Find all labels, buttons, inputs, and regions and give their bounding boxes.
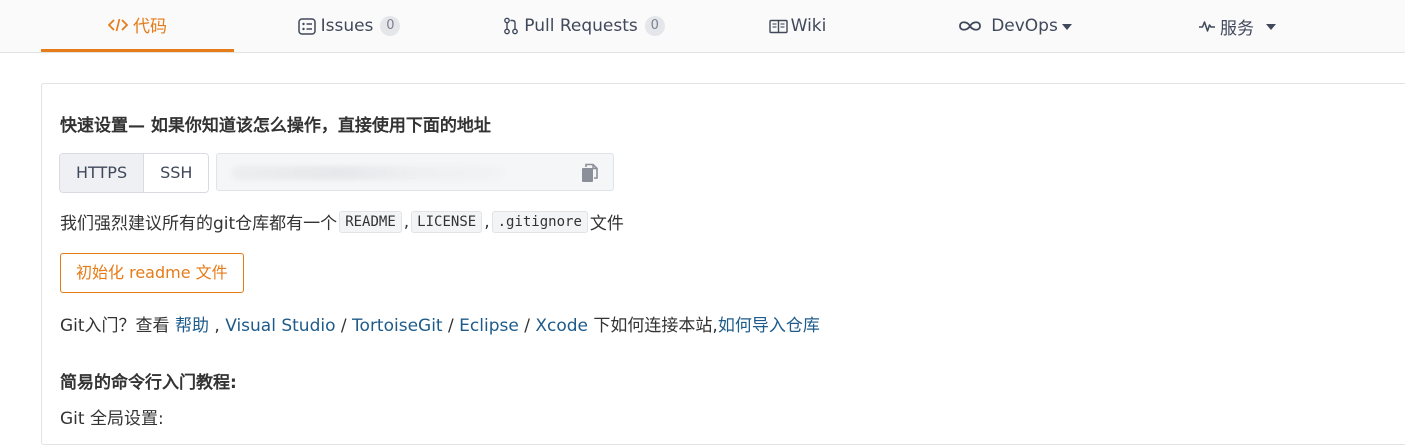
repo-tab-bar: 代码 Issues 0 Pull Requests 0 Wiki DevOps … bbox=[0, 0, 1405, 53]
issues-icon bbox=[297, 17, 316, 35]
gitignore-code: .gitignore bbox=[491, 210, 588, 233]
git-help-line: Git入门？查看 帮助 , Visual Studio / TortoiseGi… bbox=[60, 311, 820, 336]
help-link[interactable]: 帮助 bbox=[175, 316, 209, 336]
pulse-icon bbox=[1198, 19, 1216, 33]
ssh-button[interactable]: SSH bbox=[144, 154, 209, 192]
eclipse-link[interactable]: Eclipse bbox=[459, 316, 519, 336]
tab-wiki[interactable]: Wiki bbox=[768, 0, 827, 52]
link-separator: / bbox=[448, 316, 454, 336]
book-icon bbox=[768, 19, 788, 34]
tab-pull-requests[interactable]: Pull Requests 0 bbox=[504, 0, 665, 52]
import-repo-link[interactable]: 如何导入仓库 bbox=[718, 316, 820, 336]
git-global-settings-label: Git 全局设置: bbox=[60, 409, 164, 429]
clone-url-value bbox=[231, 166, 503, 180]
xcode-link[interactable]: Xcode bbox=[535, 316, 588, 336]
infinity-icon bbox=[958, 20, 982, 32]
copy-icon[interactable] bbox=[581, 163, 599, 183]
tab-services-label: 服务 bbox=[1220, 18, 1254, 39]
cli-tutorial-heading: 简易的命令行入门教程: bbox=[60, 373, 237, 393]
visual-studio-link[interactable]: Visual Studio bbox=[225, 316, 335, 336]
pull-request-icon bbox=[503, 17, 519, 35]
init-readme-button[interactable]: 初始化 readme 文件 bbox=[60, 253, 244, 293]
license-code: LICENSE bbox=[411, 210, 483, 233]
chevron-down-icon bbox=[1266, 24, 1276, 30]
recommend-separator: , bbox=[403, 211, 410, 232]
protocol-switch: HTTPS SSH bbox=[59, 153, 210, 193]
tab-wiki-label: Wiki bbox=[790, 16, 827, 36]
help-prefix: Git入门？查看 bbox=[60, 316, 170, 336]
quick-setup-heading: 快速设置— 如果你知道该怎么操作，直接使用下面的地址 bbox=[60, 116, 491, 136]
tab-code[interactable]: 代码 bbox=[41, 0, 234, 52]
link-separator: / bbox=[524, 316, 530, 336]
help-comma: , bbox=[214, 316, 220, 336]
https-button[interactable]: HTTPS bbox=[60, 154, 145, 192]
tab-devops[interactable]: DevOps bbox=[958, 0, 1072, 52]
tab-devops-label: DevOps bbox=[991, 16, 1058, 36]
chevron-down-icon bbox=[1061, 24, 1072, 30]
readme-code: README bbox=[339, 210, 402, 233]
tab-services[interactable]: 服务 bbox=[1197, 0, 1277, 52]
tab-issues-label: Issues bbox=[320, 16, 374, 36]
tab-pull-requests-label: Pull Requests bbox=[524, 16, 638, 36]
help-middle-text: 下如何连接本站, bbox=[593, 316, 718, 336]
recommend-prefix: 我们强烈建议所有的git仓库都有一个 bbox=[60, 214, 338, 234]
tab-code-label: 代码 bbox=[133, 17, 167, 37]
tortoisegit-link[interactable]: TortoiseGit bbox=[352, 316, 443, 336]
quick-setup-panel: 快速设置— 如果你知道该怎么操作，直接使用下面的地址 HTTPS SSH 我们强… bbox=[41, 83, 1405, 445]
recommend-suffix: 文件 bbox=[589, 214, 624, 234]
link-separator: / bbox=[340, 316, 347, 336]
code-icon bbox=[108, 17, 128, 33]
pull-requests-count-badge: 0 bbox=[644, 16, 665, 36]
recommend-files-text: 我们强烈建议所有的git仓库都有一个 README , LICENSE , .g… bbox=[60, 209, 624, 234]
clone-url-field[interactable] bbox=[216, 153, 614, 191]
recommend-separator: , bbox=[484, 211, 490, 232]
tab-issues[interactable]: Issues 0 bbox=[297, 0, 401, 52]
issues-count-badge: 0 bbox=[380, 16, 401, 36]
